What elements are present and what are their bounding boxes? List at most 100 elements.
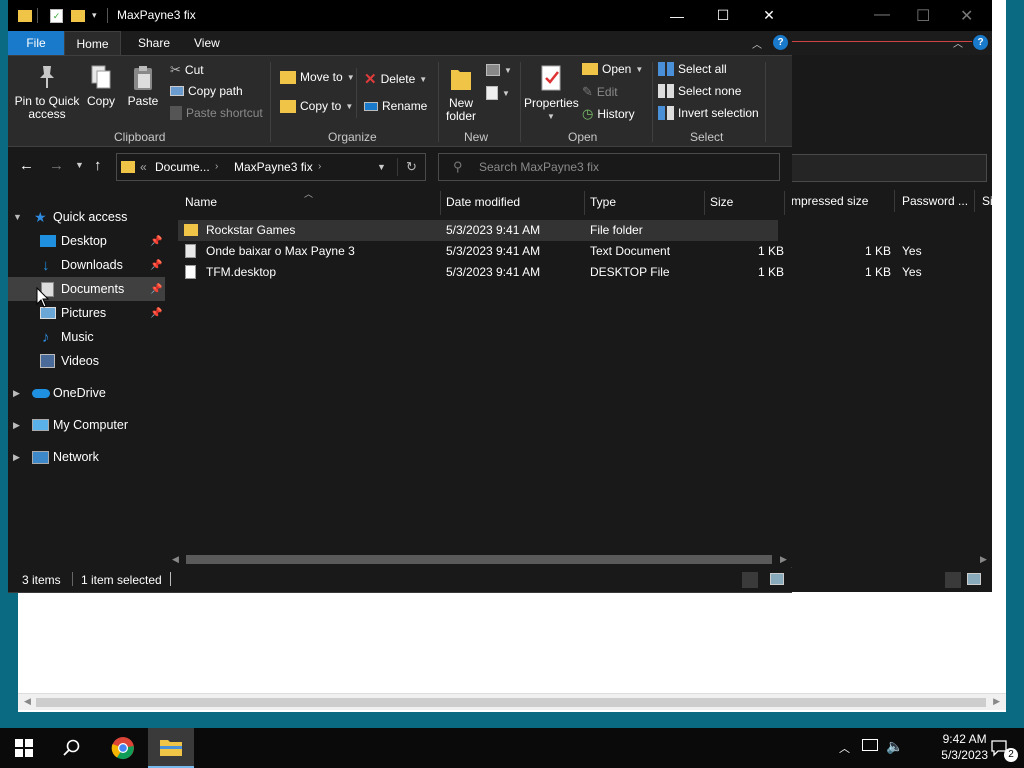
copy-path-button[interactable]: Copy path (170, 84, 243, 98)
search-box[interactable]: ⚲ Search MaxPayne3 fix (438, 153, 780, 181)
cut-button[interactable]: ✂ Cut (170, 62, 204, 78)
nav-pictures[interactable]: Pictures 📌 (8, 301, 165, 325)
nav-my-computer[interactable]: ▶ My Computer (8, 413, 165, 437)
properties-button[interactable]: Properties ▼ (524, 64, 579, 123)
properties-quick-icon[interactable]: ✓ (50, 9, 63, 23)
scroll-right-icon[interactable]: ▶ (780, 554, 787, 565)
new-folder-button[interactable]: New folder (442, 64, 480, 123)
file-row[interactable]: Rockstar Games 5/3/2023 9:41 AM File fol… (178, 220, 778, 241)
breadcrumb-separator-icon[interactable]: › (215, 161, 218, 172)
refresh-icon[interactable]: ↻ (406, 159, 417, 175)
pin-icon[interactable]: 📌 (150, 236, 162, 247)
column-date-modified[interactable]: Date modified (446, 195, 520, 209)
overflow-icon[interactable]: « (140, 160, 147, 174)
paste-button[interactable]: Paste (126, 64, 160, 108)
back-col-compressed[interactable]: mpressed size (791, 194, 868, 208)
column-type[interactable]: Type (590, 195, 616, 209)
search-button[interactable] (48, 728, 96, 768)
pin-icon[interactable]: 📌 (150, 308, 162, 319)
back-help-icon[interactable]: ? (973, 35, 988, 50)
select-none-button[interactable]: Select none (658, 84, 741, 98)
select-all-button[interactable]: Select all (658, 62, 727, 76)
breadcrumb-current[interactable]: MaxPayne3 fix (234, 160, 313, 174)
nav-onedrive[interactable]: ▶ OneDrive (8, 381, 165, 405)
collapse-ribbon-icon[interactable]: ︿ (752, 36, 762, 51)
file-explorer-taskbar-button[interactable] (148, 728, 194, 768)
close-button[interactable]: ✕ (746, 0, 792, 31)
scroll-right-icon[interactable]: ▶ (993, 696, 1000, 707)
action-center-button[interactable]: 2 (980, 728, 1020, 768)
column-size[interactable]: Size (710, 195, 733, 209)
breadcrumb-separator-icon[interactable]: › (318, 161, 321, 172)
pin-icon[interactable]: 📌 (150, 260, 162, 271)
back-close-icon[interactable]: ✕ (960, 6, 973, 26)
back-thumbnail-view-icon[interactable] (967, 573, 981, 585)
pin-icon[interactable]: 📌 (150, 284, 162, 295)
rename-button[interactable]: Rename (364, 99, 427, 113)
easy-access-button[interactable]: ▼ (486, 86, 510, 100)
nav-documents[interactable]: Documents 📌 (8, 277, 165, 301)
forward-arrow-icon[interactable]: → (49, 157, 64, 174)
breadcrumb-documents[interactable]: Docume... (155, 160, 210, 174)
file-row[interactable]: Onde baixar o Max Payne 3 5/3/2023 9:41 … (178, 241, 784, 262)
address-dropdown-icon[interactable]: ▼ (377, 162, 386, 172)
scroll-thumb[interactable] (186, 555, 772, 564)
chrome-taskbar-button[interactable] (99, 728, 147, 768)
tab-share[interactable]: Share (126, 31, 182, 55)
copy-to-button[interactable]: Copy to ▼ (280, 99, 353, 113)
back-maximize-icon[interactable]: ☐ (916, 6, 930, 26)
recent-locations-icon[interactable]: ▼ (75, 160, 84, 170)
scroll-left-icon[interactable]: ◀ (172, 554, 179, 565)
scroll-thumb[interactable] (36, 698, 986, 707)
back-collapse-icon[interactable]: ︿ (953, 35, 963, 50)
back-arrow-icon[interactable]: ← (19, 157, 34, 174)
history-button[interactable]: ◷ History (582, 106, 635, 122)
paste-shortcut-button[interactable]: Paste shortcut (170, 106, 263, 120)
customize-quick-access-icon[interactable]: ▾ (92, 10, 97, 21)
horizontal-scrollbar[interactable]: ◀ ▶ (166, 551, 792, 568)
move-to-button[interactable]: Move to ▼ (280, 70, 355, 84)
address-bar[interactable]: « Docume... › MaxPayne3 fix › ▼ ↻ (116, 153, 426, 181)
tab-file[interactable]: File (8, 31, 64, 55)
invert-selection-button[interactable]: Invert selection (658, 106, 759, 120)
new-item-button[interactable]: ▼ (486, 64, 512, 76)
large-icons-view-icon[interactable] (770, 573, 784, 585)
chevron-down-icon[interactable]: ▼ (13, 212, 22, 222)
nav-music[interactable]: ♪ Music (8, 325, 165, 349)
back-details-view-icon[interactable] (945, 572, 961, 588)
nav-quick-access[interactable]: ▼ ★ Quick access (8, 205, 165, 229)
new-folder-quick-icon[interactable] (71, 10, 85, 22)
show-hidden-icons-icon[interactable]: ︿ (839, 740, 850, 756)
back-minimize-icon[interactable]: — (874, 6, 890, 24)
nav-videos[interactable]: Videos (8, 349, 165, 373)
minimize-button[interactable]: — (654, 0, 700, 31)
maximize-button[interactable]: ☐ (700, 0, 746, 31)
details-view-icon[interactable] (742, 572, 758, 588)
copy-button[interactable]: Copy (86, 64, 116, 108)
delete-button[interactable]: ✕ Delete ▼ (364, 70, 427, 88)
column-name[interactable]: Name (185, 195, 217, 209)
background-window-scrollbar[interactable]: ◀ ▶ (18, 693, 1006, 710)
network-status-icon[interactable] (862, 739, 878, 751)
start-button[interactable] (0, 728, 48, 768)
volume-icon[interactable]: 🔈 (886, 738, 903, 755)
open-button[interactable]: Open ▼ (582, 62, 643, 76)
tab-view[interactable]: View (182, 31, 232, 55)
up-arrow-icon[interactable]: ↑ (94, 157, 102, 174)
title-bar[interactable]: ✓ ▾ MaxPayne3 fix — ☐ ✕ (8, 0, 792, 31)
back-col-extra[interactable]: Si (982, 194, 993, 208)
back-search-box[interactable] (791, 154, 987, 182)
edit-button[interactable]: ✎ Edit (582, 84, 618, 100)
chevron-right-icon[interactable]: ▶ (13, 420, 20, 431)
chevron-right-icon[interactable]: ▶ (13, 452, 20, 463)
pin-to-quick-access-button[interactable]: Pin to Quick access (14, 64, 80, 121)
scroll-left-icon[interactable]: ◀ (24, 696, 31, 707)
tab-home[interactable]: Home (64, 31, 121, 55)
nav-downloads[interactable]: ↓ Downloads 📌 (8, 253, 165, 277)
chevron-right-icon[interactable]: ▶ (13, 388, 20, 399)
back-col-password[interactable]: Password ... (902, 194, 968, 208)
file-row[interactable]: TFM.desktop 5/3/2023 9:41 AM DESKTOP Fil… (178, 262, 784, 283)
back-scroll-right-icon[interactable]: ▶ (980, 554, 987, 565)
nav-network[interactable]: ▶ Network (8, 445, 165, 469)
help-icon[interactable]: ? (773, 35, 788, 50)
